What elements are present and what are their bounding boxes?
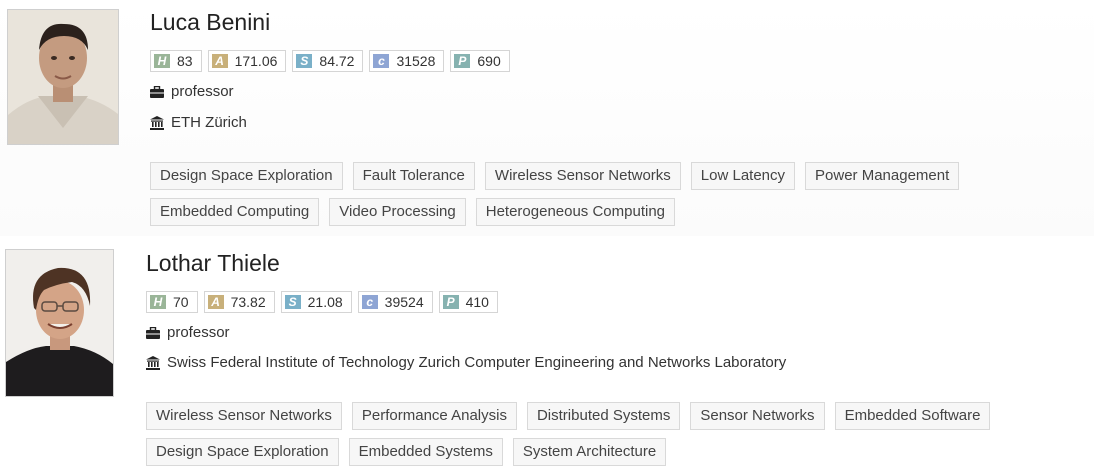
stat-value: 73.82 — [230, 294, 266, 310]
stat-sociability: S 21.08 — [280, 291, 352, 313]
tag-list: Wireless Sensor Networks Performance Ana… — [146, 402, 1090, 466]
institution-icon — [146, 355, 160, 370]
tag[interactable]: Sensor Networks — [690, 402, 825, 430]
tag[interactable]: Embedded Software — [834, 402, 991, 430]
tag[interactable]: Embedded Systems — [348, 438, 503, 466]
organization-line: Swiss Federal Institute of Technology Zu… — [146, 354, 786, 371]
tag[interactable]: Wireless Sensor Networks — [146, 402, 342, 430]
tag[interactable]: Embedded Computing — [150, 198, 320, 226]
tag[interactable]: Design Space Exploration — [146, 438, 339, 466]
stat-value: 84.72 — [319, 53, 355, 69]
stats-row: H 83 A 171.06 S 84.72 c 31528 P 690 — [150, 50, 510, 72]
stat-h-index: H 83 — [150, 50, 202, 72]
stat-citations: c 39524 — [357, 291, 433, 313]
stat-value: 70 — [173, 294, 189, 310]
stat-papers: P 690 — [450, 50, 510, 72]
stat-key: S — [296, 54, 313, 68]
organization-line: ETH Zürich — [150, 114, 247, 131]
briefcase-icon — [146, 326, 160, 339]
person-photo — [6, 250, 113, 396]
tag[interactable]: Video Processing — [329, 198, 466, 226]
briefcase-icon — [150, 85, 164, 98]
stat-activity: A 73.82 — [203, 291, 275, 313]
stat-key: P — [454, 54, 471, 68]
stat-value: 171.06 — [234, 53, 278, 69]
organization-text[interactable]: ETH Zürich — [171, 114, 247, 131]
stat-value: 83 — [177, 53, 193, 69]
stat-key: c — [373, 54, 390, 68]
stat-value: 410 — [465, 294, 489, 310]
person-photo — [8, 10, 118, 144]
stat-key: H — [150, 295, 166, 309]
avatar[interactable] — [5, 249, 114, 397]
position-line: professor — [150, 83, 234, 100]
position-text: professor — [171, 83, 234, 100]
stat-key: A — [207, 295, 224, 309]
institution-icon — [150, 115, 164, 130]
stat-key: H — [154, 54, 170, 68]
stat-sociability: S 84.72 — [292, 50, 364, 72]
person-name[interactable]: Lothar Thiele — [146, 250, 280, 277]
stat-value: 31528 — [396, 53, 436, 69]
organization-text[interactable]: Swiss Federal Institute of Technology Zu… — [167, 354, 786, 371]
stat-activity: A 171.06 — [207, 50, 287, 72]
person-name[interactable]: Luca Benini — [150, 9, 270, 36]
stats-row: H 70 A 73.82 S 21.08 c 39524 P 410 — [146, 291, 498, 313]
person-card: Lothar Thiele H 70 A 73.82 S 21.08 c 395… — [0, 238, 1094, 466]
stat-h-index: H 70 — [146, 291, 198, 313]
tag[interactable]: Design Space Exploration — [150, 162, 343, 190]
stat-value: 39524 — [384, 294, 424, 310]
stat-key: c — [361, 295, 378, 309]
avatar[interactable] — [7, 9, 119, 145]
stat-key: S — [284, 295, 301, 309]
tag[interactable]: Distributed Systems — [526, 402, 681, 430]
tag[interactable]: Wireless Sensor Networks — [484, 162, 681, 190]
stat-value: 690 — [477, 53, 501, 69]
tag-list: Design Space Exploration Fault Tolerance… — [150, 162, 1090, 226]
tag[interactable]: System Architecture — [512, 438, 667, 466]
stat-key: P — [442, 295, 459, 309]
tag[interactable]: Power Management — [805, 162, 960, 190]
position-line: professor — [146, 324, 230, 341]
stat-citations: c 31528 — [369, 50, 445, 72]
position-text: professor — [167, 324, 230, 341]
tag[interactable]: Heterogeneous Computing — [475, 198, 676, 226]
tag[interactable]: Fault Tolerance — [352, 162, 475, 190]
stat-value: 21.08 — [307, 294, 343, 310]
person-card: Luca Benini H 83 A 171.06 S 84.72 c 3152… — [0, 0, 1094, 236]
tag[interactable]: Performance Analysis — [351, 402, 517, 430]
stat-key: A — [211, 54, 228, 68]
tag[interactable]: Low Latency — [690, 162, 796, 190]
stat-papers: P 410 — [438, 291, 498, 313]
